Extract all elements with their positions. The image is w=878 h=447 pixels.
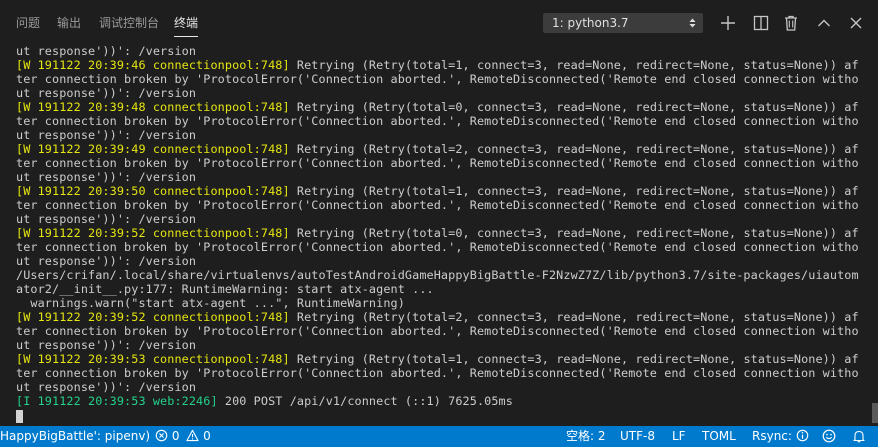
terminal-line: ut response'))': /version [16,380,197,394]
new-terminal-button[interactable] [717,12,739,34]
terminal-line: [W 191122 20:39:49 connectionpool:748] R… [16,142,859,156]
tab-debug-console[interactable]: 调试控制台 [99,15,159,31]
terminal-line: [W 191122 20:39:50 connectionpool:748] R… [16,184,859,198]
warning-icon [186,429,199,442]
terminal-line: ut response'))': /version [16,338,197,352]
plus-icon [721,16,735,30]
maximize-panel-button[interactable] [813,12,835,34]
terminal-line: ter connection broken by 'ProtocolError(… [16,72,859,86]
kill-terminal-button[interactable] [780,12,802,34]
terminal-line: ter connection broken by 'ProtocolError(… [16,324,859,338]
terminal-line: ut response'))': /version [16,212,197,226]
terminal-line: /Users/crifan/.local/share/virtualenvs/a… [16,268,859,282]
rsync-status[interactable]: Rsync: [752,426,809,447]
indentation-setting[interactable]: 空格: 2 [566,426,606,447]
encoding-setting[interactable]: UTF-8 [620,426,655,447]
python-interpreter[interactable]: HappyBigBattle': pipenv) [0,426,150,447]
terminal-cursor [16,410,23,423]
bell-icon [853,430,865,442]
terminal-line: ter connection broken by 'ProtocolError(… [16,366,859,380]
terminal-output[interactable]: ut response'))': /version [W 191122 20:3… [0,44,872,426]
warning-count: 0 [203,429,211,443]
terminal-line: ut response'))': /version [16,170,197,184]
terminal-line: ut response'))': /version [16,254,197,268]
terminal-line: [W 191122 20:39:53 connectionpool:748] R… [16,352,859,366]
terminal-line: ter connection broken by 'ProtocolError(… [16,156,859,170]
terminal-line: ator2/__init__.py:177: RuntimeWarning: s… [16,282,434,296]
problems-indicator[interactable]: 0 0 [155,426,211,447]
terminal-scrollbar[interactable] [872,44,878,426]
close-panel-button[interactable] [845,12,867,34]
smiley-icon [822,429,836,442]
terminal-line: [W 191122 20:39:52 connectionpool:748] R… [16,226,859,240]
chevron-up-icon [818,19,830,27]
tab-terminal[interactable]: 终端 [174,15,199,37]
terminal-line: ter connection broken by 'ProtocolError(… [16,114,859,128]
terminal-line: [W 191122 20:39:46 connectionpool:748] R… [16,58,859,72]
terminal-line: [W 191122 20:39:48 connectionpool:748] R… [16,100,859,114]
terminal-line: [W 191122 20:39:52 connectionpool:748] R… [16,310,859,324]
terminal-line: ut response'))': /version [16,128,197,142]
split-icon [753,15,769,31]
terminal-line: ut response'))': /version [16,44,197,58]
terminal-selector-value: 1: python3.7 [552,16,629,30]
eol-setting[interactable]: LF [672,426,686,447]
trash-icon [785,15,797,31]
terminal-line: [I 191122 20:39:53 web:2246] 200 POST /a… [16,394,513,408]
rsync-label: Rsync: [752,429,792,443]
status-bar: HappyBigBattle': pipenv) 0 0 空格: 2 UTF-8… [0,426,878,447]
error-icon [155,429,168,442]
terminal-line: ter connection broken by 'ProtocolError(… [16,240,859,254]
notifications-button[interactable] [852,426,866,447]
feedback-button[interactable] [822,426,836,447]
terminal-line: ut response'))': /version [16,86,197,100]
terminal-selector[interactable]: 1: python3.7 [543,13,703,33]
scrollbar-thumb[interactable] [872,403,878,423]
terminal-line: ter connection broken by 'ProtocolError(… [16,198,859,212]
terminal-line: warnings.warn("start atx-agent ...", Run… [16,296,405,310]
language-mode[interactable]: TOML [702,426,736,447]
select-arrows-icon [689,18,696,28]
error-count: 0 [171,429,180,443]
close-icon [850,17,862,29]
tab-output[interactable]: 输出 [57,15,81,31]
tab-problems[interactable]: 问题 [16,15,40,31]
info-icon [796,429,809,442]
panel-header: 问题 输出 调试控制台 终端 1: python3.7 [0,0,878,44]
split-terminal-button[interactable] [750,12,772,34]
